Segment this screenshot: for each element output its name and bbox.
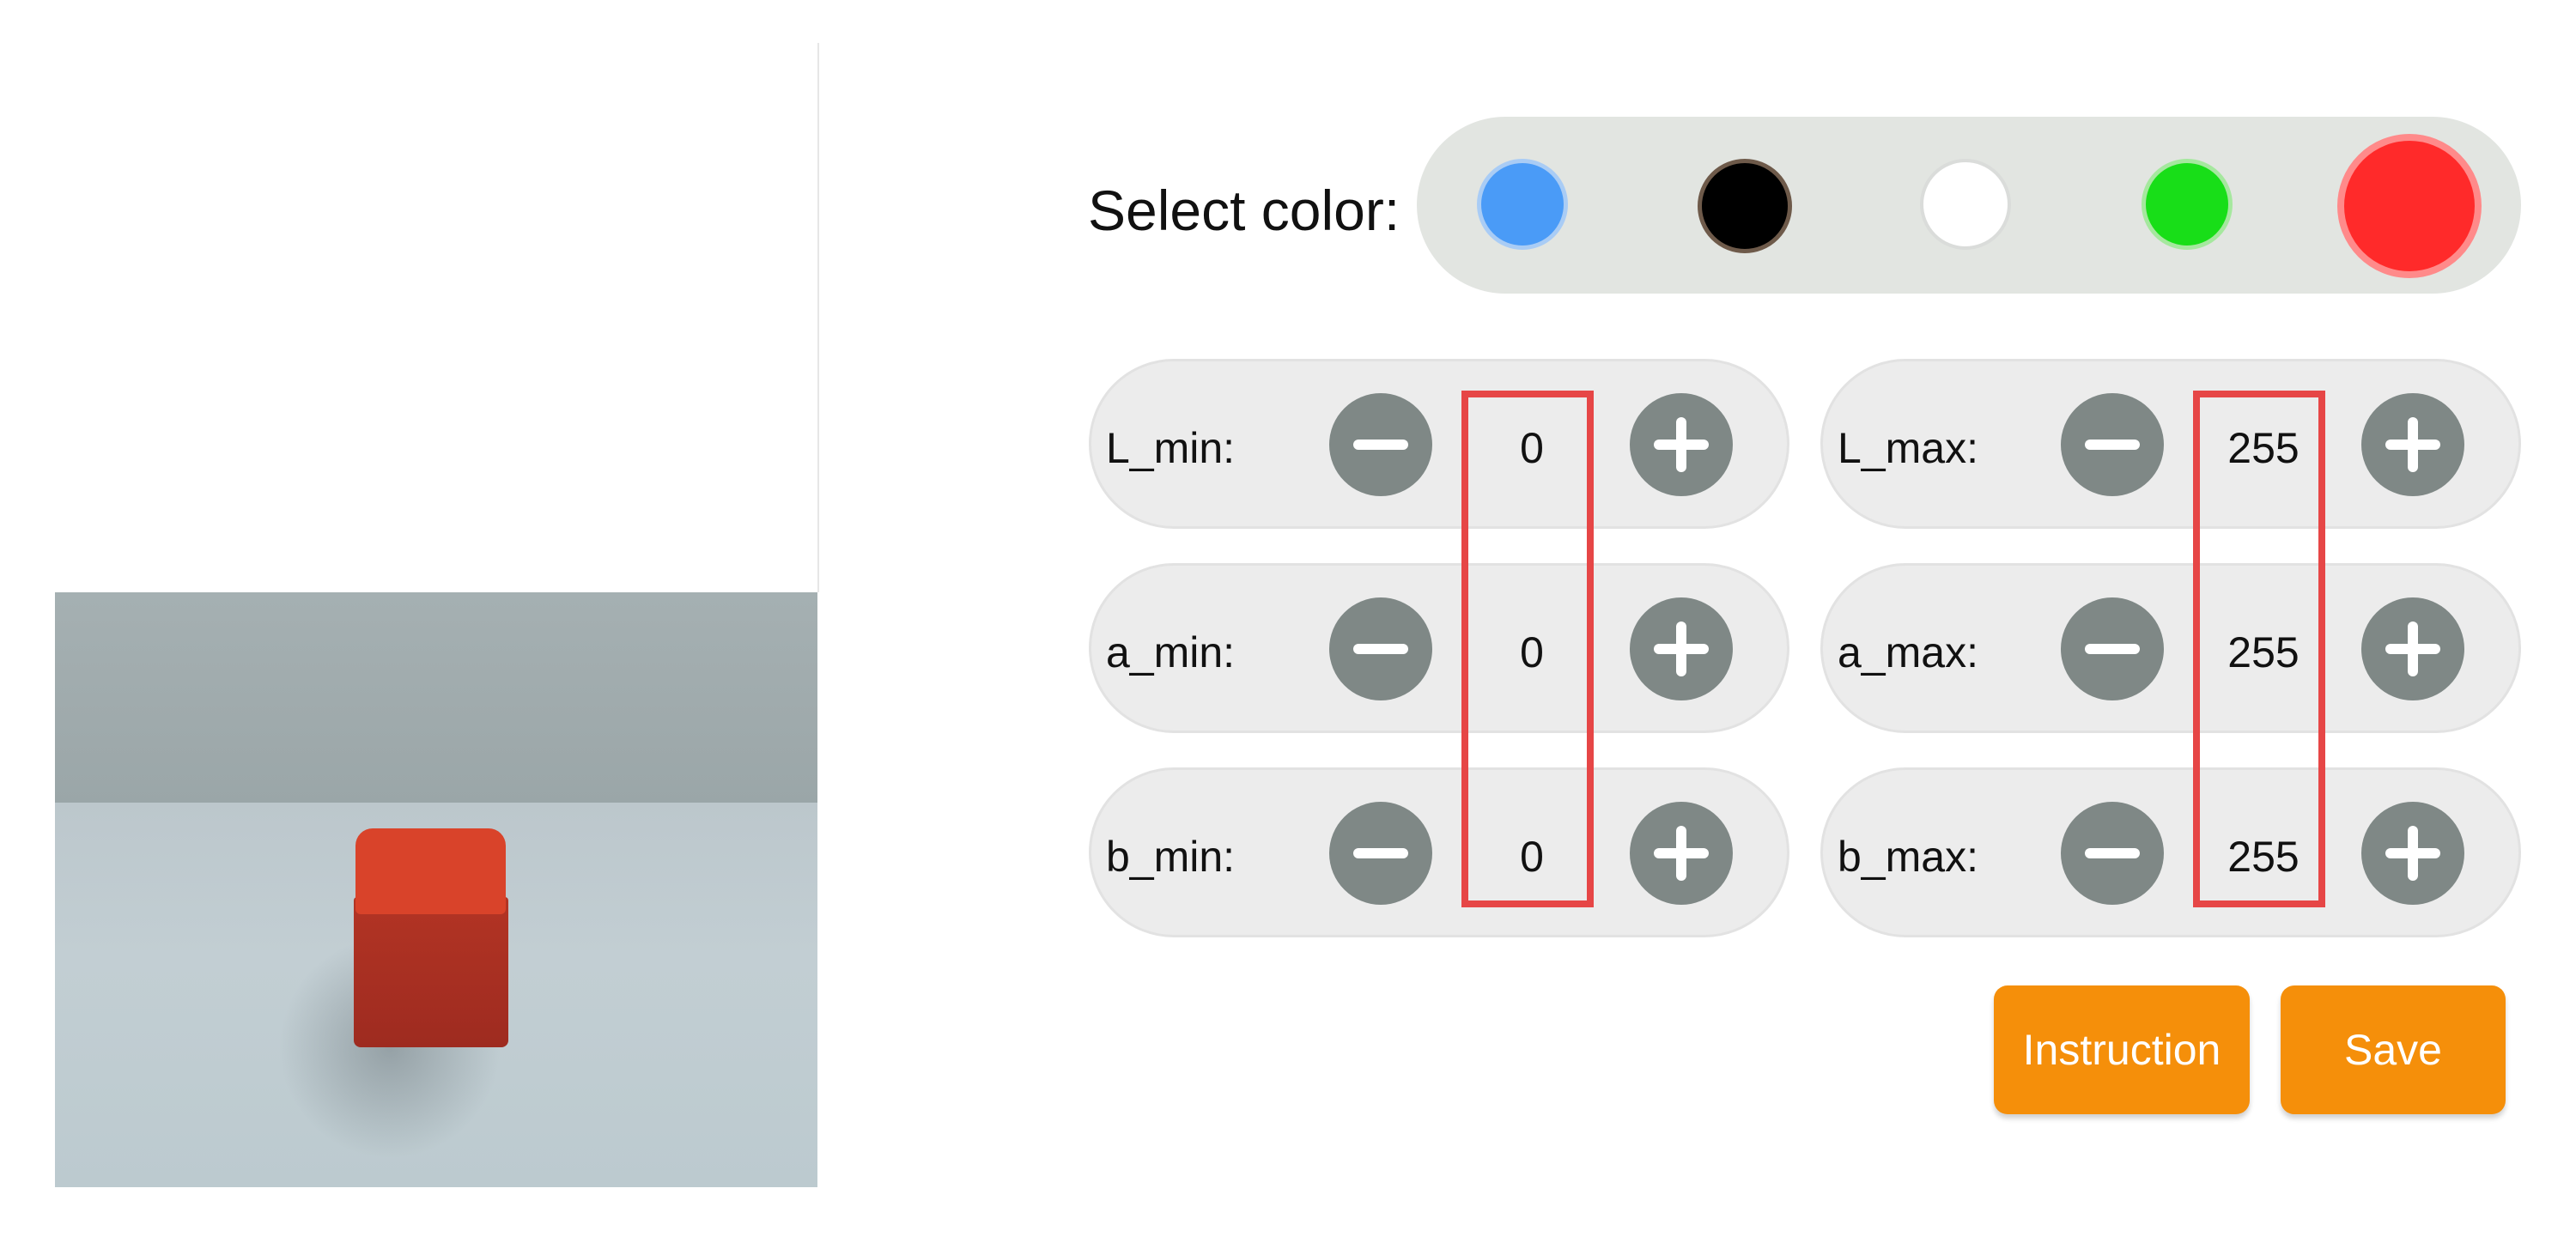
b-max-label: b_max:: [1838, 833, 1978, 881]
preview-wall: [55, 592, 817, 807]
color-swatch-white[interactable]: [1920, 159, 2011, 250]
l-max-decrement-button[interactable]: [2061, 393, 2164, 496]
red-cube-front: [354, 897, 508, 1047]
minus-icon: [2085, 440, 2140, 450]
a-min-label: a_min:: [1106, 628, 1236, 676]
a-min-decrement-button[interactable]: [1329, 597, 1432, 700]
plus-icon: [2408, 826, 2418, 881]
minus-icon: [1353, 644, 1408, 654]
color-swatch-black[interactable]: [1698, 159, 1792, 253]
plus-icon: [1676, 417, 1686, 472]
l-max-label: L_max:: [1838, 424, 1978, 472]
b-min-increment-button[interactable]: [1630, 802, 1733, 905]
color-swatch-red[interactable]: [2337, 134, 2482, 278]
a-max-decrement-button[interactable]: [2061, 597, 2164, 700]
select-color-label: Select color:: [1088, 179, 1400, 242]
plus-icon: [1676, 622, 1686, 676]
a-min-increment-button[interactable]: [1630, 597, 1733, 700]
red-cube-top: [355, 828, 506, 914]
l-max-increment-button[interactable]: [2361, 393, 2464, 496]
b-max-increment-button[interactable]: [2361, 802, 2464, 905]
panel-divider: [817, 43, 819, 592]
plus-icon: [2408, 417, 2418, 472]
a-max-increment-button[interactable]: [2361, 597, 2464, 700]
l-min-decrement-button[interactable]: [1329, 393, 1432, 496]
a-max-label: a_max:: [1838, 628, 1978, 676]
save-button[interactable]: Save: [2281, 985, 2506, 1114]
color-threshold-screen: Select color: L_min: 0 a_min: 0 b_min: 0…: [0, 0, 2576, 1243]
b-min-decrement-button[interactable]: [1329, 802, 1432, 905]
min-values-highlight: [1461, 391, 1594, 907]
instruction-button[interactable]: Instruction: [1994, 985, 2250, 1114]
camera-preview: [55, 592, 817, 1187]
minus-icon: [2085, 644, 2140, 654]
max-values-highlight: [2193, 391, 2325, 907]
plus-icon: [1676, 826, 1686, 881]
plus-icon: [2408, 622, 2418, 676]
l-min-label: L_min:: [1106, 424, 1236, 472]
b-min-label: b_min:: [1106, 833, 1236, 881]
minus-icon: [2085, 848, 2140, 858]
b-max-decrement-button[interactable]: [2061, 802, 2164, 905]
color-swatch-green[interactable]: [2142, 159, 2233, 250]
color-swatch-blue[interactable]: [1477, 159, 1568, 250]
minus-icon: [1353, 440, 1408, 450]
minus-icon: [1353, 848, 1408, 858]
l-min-increment-button[interactable]: [1630, 393, 1733, 496]
